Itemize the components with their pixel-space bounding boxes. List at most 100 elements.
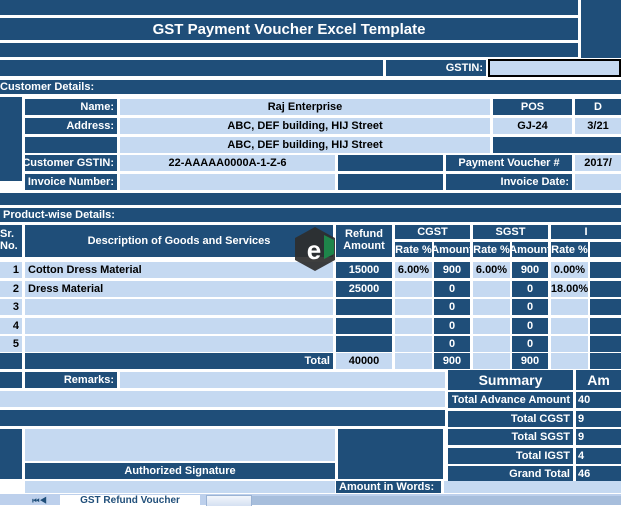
footer-band-1 [0,410,445,426]
payment-voucher-value[interactable]: 2017/ [575,155,621,171]
total-sgst-rate [473,353,510,369]
signature-area[interactable] [25,429,335,461]
address-line-1[interactable]: ABC, DEF building, HIJ Street [120,118,490,134]
table-cell-sr[interactable]: 3 [0,299,22,315]
invoice-row-gap [338,174,443,190]
spreadsheet-canvas: GST Payment Voucher Excel Template GSTIN… [0,0,621,506]
summary-row-label: Total Advance Amount [448,392,573,408]
table-cell-cgst_rate[interactable] [395,318,432,334]
table-cell-refund[interactable] [336,336,392,352]
table-cell-sgst_amount[interactable]: 0 [512,318,548,334]
signature-right-block [338,429,443,479]
table-cell-igst_amount[interactable] [590,281,621,297]
total-cgst-rate [395,353,432,369]
table-cell-igst_rate[interactable] [551,336,588,352]
table-cell-sgst_rate[interactable] [473,281,510,297]
amount-in-words-value[interactable] [444,481,621,493]
amount-in-words-label: Amount in Words: [336,481,441,493]
invoice-number-value[interactable] [120,174,335,190]
gstin-input[interactable] [488,59,621,77]
table-cell-igst_amount[interactable] [590,336,621,352]
summary-row-value: 9 [576,411,621,427]
table-cell-igst_rate[interactable] [551,318,588,334]
table-cell-cgst_amount[interactable]: 0 [434,281,470,297]
sheet-nav-arrows[interactable]: ⏮ ◀ [22,496,56,505]
table-header-refund-line2: Amount [343,240,385,252]
table-header-refund-amount: Refund Amount [336,225,392,257]
table-cell-refund[interactable]: 15000 [336,262,392,278]
summary-row-value: 40 [576,392,621,408]
table-cell-cgst_amount[interactable]: 0 [434,318,470,334]
summary-row-label: Total CGST [448,411,573,427]
total-igst-rate [551,353,588,369]
date-value[interactable]: 3/21 [575,118,621,134]
total-sgst-amount: 900 [512,353,548,369]
table-cell-sgst_rate[interactable] [473,336,510,352]
table-cell-cgst_amount[interactable]: 900 [434,262,470,278]
table-cell-sgst_rate[interactable] [473,299,510,315]
table-cell-sgst_rate[interactable] [473,318,510,334]
new-sheet-button[interactable] [206,495,252,506]
table-cell-cgst_rate[interactable]: 6.00% [395,262,432,278]
table-cell-igst_amount[interactable] [590,262,621,278]
invoice-date-value[interactable] [575,174,621,190]
table-cell-sr[interactable]: 2 [0,281,22,297]
table-header-srno: Sr. No. [0,225,22,257]
table-cell-cgst_rate[interactable] [395,336,432,352]
table-header-cgst-rate: Rate % [395,242,432,257]
authorized-signature-label: Authorized Signature [25,463,335,479]
date-label: D [575,99,621,115]
total-cgst-amount: 900 [434,353,470,369]
table-cell-description[interactable]: Cotton Dress Material [25,262,333,278]
table-cell-igst_amount[interactable] [590,318,621,334]
left-spine-customer [0,97,22,181]
table-cell-igst_rate[interactable] [551,299,588,315]
sheet-tab-gst-refund-voucher[interactable]: GST Refund Voucher [60,495,200,505]
table-cell-description[interactable] [25,299,333,315]
address-label-spacer [25,137,117,153]
right-spacer-addr2 [493,137,621,153]
table-header-igst-rate: Rate % [551,242,588,257]
table-cell-sgst_amount[interactable]: 0 [512,281,548,297]
pos-label: POS [493,99,572,115]
table-cell-description[interactable]: Dress Material [25,281,333,297]
address-line-2[interactable]: ABC, DEF building, HIJ Street [120,137,490,153]
summary-row-label: Grand Total [448,466,573,482]
table-cell-cgst_rate[interactable] [395,299,432,315]
table-cell-refund[interactable]: 25000 [336,281,392,297]
table-cell-refund[interactable] [336,299,392,315]
table-cell-sgst_amount[interactable]: 900 [512,262,548,278]
table-cell-igst_rate[interactable]: 0.00% [551,262,588,278]
title-band-top [0,0,578,15]
pos-value[interactable]: GJ-24 [493,118,572,134]
table-cell-cgst_amount[interactable]: 0 [434,336,470,352]
title-band-bottom [0,43,578,57]
page-title: GST Payment Voucher Excel Template [0,18,578,40]
table-cell-description[interactable] [25,336,333,352]
table-cell-igst_rate[interactable]: 18.00% [551,281,588,297]
table-cell-sr[interactable]: 4 [0,318,22,334]
summary-row-label: Total SGST [448,429,573,445]
table-cell-igst_amount[interactable] [590,299,621,315]
table-cell-sr[interactable]: 1 [0,262,22,278]
total-refund-amount: 40000 [336,353,392,369]
customer-gstin-value[interactable]: 22-AAAAA0000A-1-Z-6 [120,155,335,171]
table-cell-sr[interactable]: 5 [0,336,22,352]
total-label: Total [25,353,333,369]
summary-row-label: Total IGST [448,448,573,464]
table-cell-sgst_amount[interactable]: 0 [512,299,548,315]
remarks-value[interactable] [120,372,445,388]
table-cell-description[interactable] [25,318,333,334]
gstin-row-gap [338,155,443,171]
table-cell-cgst_rate[interactable] [395,281,432,297]
separator-band-1 [0,193,621,205]
invoice-date-label: Invoice Date: [446,174,572,190]
table-cell-cgst_amount[interactable]: 0 [434,299,470,315]
signature-bottom-strip [25,481,335,493]
table-cell-refund[interactable] [336,318,392,334]
name-value[interactable]: Raj Enterprise [120,99,490,115]
table-header-sgst-rate: Rate % [473,242,510,257]
table-cell-sgst_rate[interactable]: 6.00% [473,262,510,278]
table-cell-sgst_amount[interactable]: 0 [512,336,548,352]
summary-row-value: 9 [576,429,621,445]
